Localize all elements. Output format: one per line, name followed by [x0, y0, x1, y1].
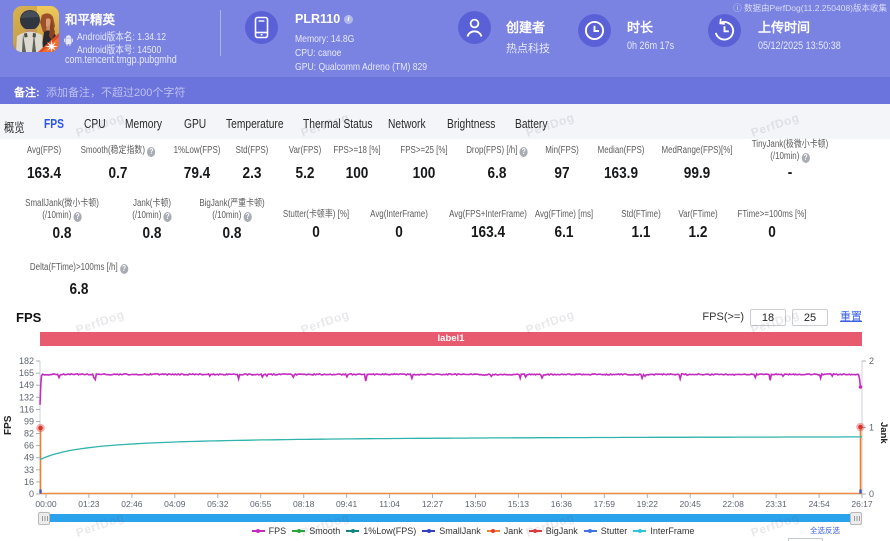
svg-text:0: 0: [869, 489, 874, 499]
svg-text:16:36: 16:36: [551, 499, 573, 509]
svg-text:16: 16: [24, 477, 34, 487]
svg-text:22:08: 22:08: [723, 499, 745, 509]
svg-text:23:31: 23:31: [765, 499, 787, 509]
svg-text:99: 99: [24, 417, 34, 427]
svg-text:24:54: 24:54: [808, 499, 830, 509]
svg-text:2: 2: [869, 356, 874, 366]
svg-text:66: 66: [24, 441, 34, 451]
svg-text:11:04: 11:04: [379, 499, 400, 509]
svg-text:26:17: 26:17: [851, 499, 873, 509]
svg-text:06:55: 06:55: [250, 499, 272, 509]
svg-text:02:46: 02:46: [121, 499, 143, 509]
svg-text:116: 116: [20, 404, 34, 414]
svg-text:49: 49: [24, 453, 34, 463]
svg-text:15:13: 15:13: [508, 499, 530, 509]
svg-text:132: 132: [19, 392, 34, 402]
svg-text:33: 33: [24, 465, 34, 475]
svg-text:182: 182: [19, 356, 34, 366]
svg-text:82: 82: [24, 429, 34, 439]
svg-text:01:23: 01:23: [78, 499, 100, 509]
svg-text:12:27: 12:27: [422, 499, 444, 509]
svg-text:165: 165: [19, 368, 34, 378]
svg-text:00:00: 00:00: [35, 499, 57, 509]
svg-text:19:22: 19:22: [637, 499, 659, 509]
svg-text:149: 149: [19, 380, 34, 390]
svg-text:Jank: Jank: [878, 422, 889, 444]
svg-text:08:18: 08:18: [293, 499, 315, 509]
svg-text:09:41: 09:41: [336, 499, 358, 509]
svg-text:20:45: 20:45: [680, 499, 702, 509]
svg-text:05:32: 05:32: [207, 499, 229, 509]
svg-text:04:09: 04:09: [164, 499, 186, 509]
svg-text:0: 0: [29, 489, 34, 499]
svg-text:17:59: 17:59: [594, 499, 616, 509]
svg-text:13:50: 13:50: [465, 499, 487, 509]
svg-text:FPS: FPS: [3, 415, 14, 435]
svg-text:1: 1: [869, 423, 874, 433]
